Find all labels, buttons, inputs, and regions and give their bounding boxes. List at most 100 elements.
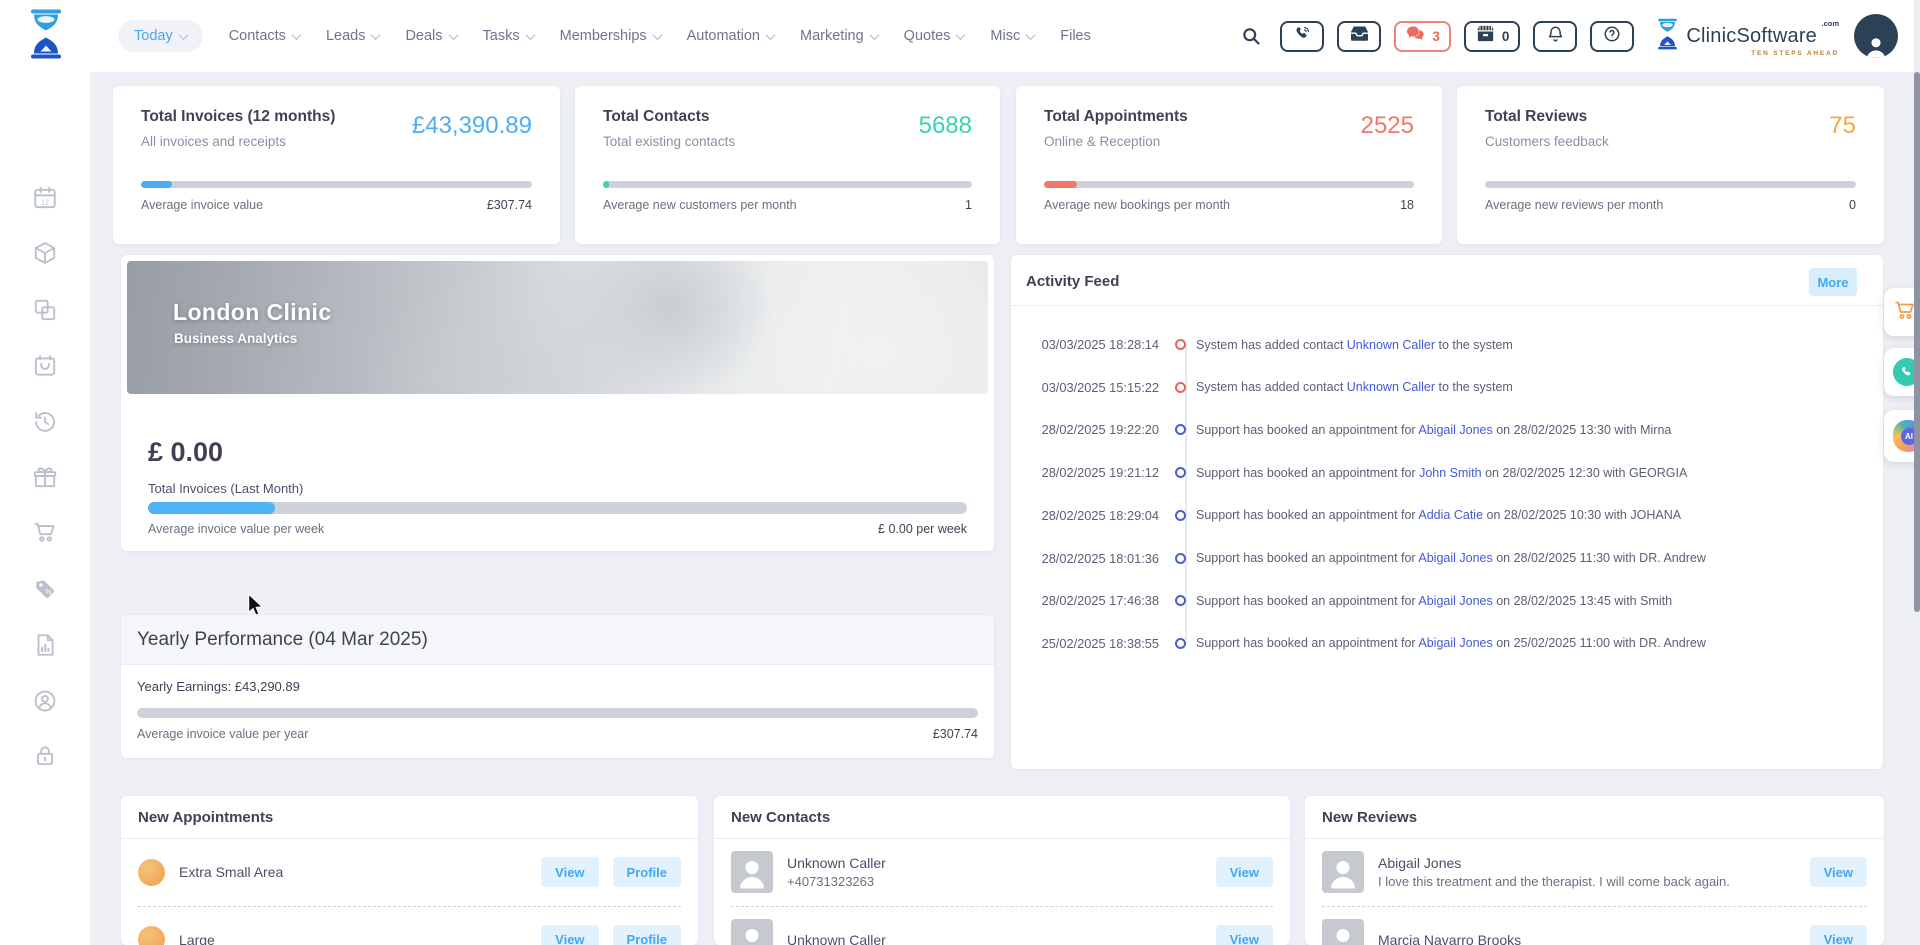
yearly-earnings: Yearly Earnings: £43,290.89 [137, 679, 300, 694]
activity-text: Support has booked an appointment for Ab… [1196, 551, 1706, 565]
clinic-footer-label: Average invoice value per week [148, 522, 325, 536]
contact-avatar [731, 851, 773, 893]
activity-timestamp: 28/02/2025 18:29:04 [1041, 507, 1159, 523]
progress-bar [1485, 181, 1856, 188]
activity-timestamp: 28/02/2025 17:46:38 [1041, 593, 1159, 609]
nav-item-tasks[interactable]: Tasks [483, 20, 536, 52]
activity-entry: 25/02/2025 18:38:55 Support has booked a… [1011, 622, 1873, 665]
more-button[interactable]: More [1809, 268, 1857, 296]
last-month-amount: £ 0.00 [148, 437, 224, 467]
chat-button[interactable]: 3 [1394, 20, 1451, 52]
activity-timestamp: 28/02/2025 18:01:36 [1041, 550, 1159, 566]
user-avatar[interactable] [1854, 14, 1898, 58]
stat-subtitle: Customers feedback [1485, 134, 1609, 149]
nav-item-deals[interactable]: Deals [405, 20, 458, 52]
panel-title: New Contacts [731, 808, 831, 826]
view-button[interactable]: View [541, 924, 599, 945]
divider [1011, 305, 1883, 306]
timeline-dot-icon [1175, 595, 1186, 607]
search-icon[interactable] [1241, 26, 1261, 46]
booking-bag-icon[interactable] [32, 353, 58, 379]
nav-item-quotes[interactable]: Quotes [904, 20, 966, 52]
lock-icon[interactable] [32, 743, 58, 769]
contact-avatar [731, 918, 773, 945]
scrollbar-thumb[interactable] [1914, 72, 1920, 612]
left-sidebar: 12 % [0, 72, 90, 945]
nav-item-marketing[interactable]: Marketing [800, 20, 880, 52]
contact-link[interactable]: Abigail Jones [1418, 551, 1492, 565]
activity-entry: 28/02/2025 18:01:36 Support has booked a… [1011, 537, 1873, 580]
report-icon[interactable] [32, 632, 58, 658]
calendar-icon[interactable]: 12 [32, 185, 58, 211]
timeline-dot-icon [1175, 381, 1186, 393]
timeline-dot-icon [1175, 467, 1186, 479]
activity-text: Support has booked an appointment for Ab… [1196, 636, 1706, 651]
copy-icon[interactable] [32, 297, 58, 323]
view-button[interactable]: View [1215, 924, 1273, 945]
review-row: Marcia Navarro Brooks View [1322, 906, 1867, 945]
view-button[interactable]: View [541, 857, 599, 887]
contact-link[interactable]: Unknown Caller [1347, 338, 1435, 352]
panel-header: New Contacts [714, 796, 1290, 839]
contact-link[interactable]: Abigail Jones [1418, 594, 1492, 608]
nav-item-today[interactable]: Today [118, 20, 203, 52]
review-row: Abigail Jones I love this treatment and … [1322, 839, 1867, 905]
nav-label: Marketing [800, 28, 864, 44]
nav-item-contacts[interactable]: Contacts [229, 20, 302, 52]
pos-button[interactable]: 0 [1463, 20, 1521, 52]
view-button[interactable]: View [1809, 924, 1867, 945]
notifications-button[interactable] [1533, 20, 1578, 52]
price-tag-icon[interactable]: % [32, 576, 58, 602]
contact-link[interactable]: Unknown Caller [1347, 380, 1435, 394]
account-icon[interactable] [32, 688, 58, 714]
panel-header: New Appointments [121, 796, 698, 839]
activity-entry: 28/02/2025 19:21:12 Support has booked a… [1011, 451, 1873, 494]
activity-text: Support has booked an appointment for Jo… [1196, 465, 1688, 480]
nav-item-files[interactable]: Files [1060, 20, 1091, 52]
app-logo-icon[interactable] [26, 8, 66, 65]
history-icon[interactable] [32, 409, 58, 435]
view-button[interactable]: View [1215, 857, 1273, 887]
timeline-dot-icon [1175, 637, 1186, 649]
profile-button[interactable]: Profile [612, 924, 681, 945]
activity-timestamp: 03/03/2025 18:28:14 [1041, 337, 1159, 352]
clinic-name: London Clinic [173, 299, 332, 325]
service-dot-icon [138, 926, 165, 945]
gift-icon[interactable] [32, 464, 58, 490]
nav-item-automation[interactable]: Automation [686, 20, 776, 52]
nav-label: Files [1060, 28, 1091, 44]
contact-link[interactable]: John Smith [1419, 466, 1482, 480]
dashboard-page: Today Contacts Leads Deals Tasks Members… [0, 0, 1920, 945]
package-icon[interactable] [32, 240, 58, 266]
nav-item-memberships[interactable]: Memberships [560, 20, 663, 52]
contact-link[interactable]: Abigail Jones [1418, 636, 1492, 650]
nav-item-misc[interactable]: Misc [990, 20, 1036, 52]
yearly-header: Yearly Performance (04 Mar 2025) [121, 615, 994, 665]
profile-button[interactable]: Profile [612, 857, 681, 887]
view-button[interactable]: View [1809, 857, 1867, 887]
contact-link[interactable]: Addia Catie [1418, 508, 1483, 522]
appointment-row: Extra Small Area View Profile [138, 839, 681, 905]
yearly-performance-card: Yearly Performance (04 Mar 2025) Yearly … [121, 615, 994, 758]
chevron-down-icon [291, 29, 302, 40]
nav-label: Automation [686, 28, 760, 44]
timeline-dot-icon [1175, 552, 1186, 564]
contact-link[interactable]: Abigail Jones [1418, 423, 1492, 437]
reviewer-avatar [1322, 851, 1364, 893]
contact-name: Unknown Caller [787, 931, 886, 945]
page-scrollbar[interactable] [1914, 0, 1920, 945]
help-icon [1603, 25, 1621, 48]
activity-text: Support has booked an appointment for Ab… [1196, 593, 1673, 608]
help-button[interactable] [1590, 20, 1635, 52]
timeline-dot-icon [1175, 339, 1186, 350]
cart-icon[interactable] [32, 519, 58, 545]
phone-button[interactable] [1280, 20, 1325, 52]
svg-text:%: % [44, 586, 53, 596]
brand-logo[interactable]: ClinicSoftware .com TEN STEPS AHEAD [1655, 18, 1841, 57]
stat-value: 5688 [918, 112, 972, 139]
activity-entry: 03/03/2025 18:28:14 System has added con… [1011, 323, 1873, 366]
timeline-dot-icon [1175, 424, 1186, 436]
nav-item-leads[interactable]: Leads [326, 20, 381, 52]
reviewer-name: Abigail Jones [1378, 855, 1462, 871]
inbox-button[interactable] [1337, 20, 1382, 52]
